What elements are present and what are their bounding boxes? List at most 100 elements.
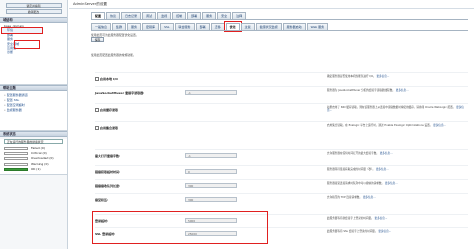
more-info-link[interactable]: 更多信息... (433, 124, 446, 127)
tab-federation[interactable]: 联合服务 (174, 23, 195, 30)
tab-deployments[interactable]: 部署 (187, 12, 202, 19)
setting-desc: 启用集合读取。在 Exalogic 平台上运行时，通过 Enable Exalo… (327, 124, 467, 127)
desc-text: 服务器接受连接请求时队列中可以容纳的请求数。 (327, 182, 385, 185)
health-select[interactable]: 正在运行的服务器的健康状况 (4, 139, 63, 144)
setting-desc: 服务器等待链接获取完成的时间量（秒）。 更多信息... (327, 168, 467, 171)
intro-text-secondary: 使用此页配置此服务器的常规功能。 (91, 53, 136, 57)
more-info-link[interactable]: 更多信息... (376, 168, 389, 171)
howto-link[interactable]: 监视服务器 (0, 108, 67, 113)
tab-cluster[interactable]: 集群 (112, 23, 127, 30)
setting-row-accept-backlog: 接受积压: 300 允许积压的 TCP 连接请求数。 更多信息... (95, 193, 468, 206)
health-ok: OK (1) (0, 167, 67, 172)
tab-logging[interactable]: 日志记录 (121, 12, 142, 19)
socket-readers-input[interactable]: -1 (185, 90, 237, 95)
help-topics-panel: 配置服务器通道 配置 SSL 配置空闲超时 监视服务器 (0, 91, 67, 131)
setting-label: 链接获取超时时间: (95, 170, 121, 174)
domain-tree: base_domain 环境 部署 服务 安全领域 互用性 诊断 (0, 23, 67, 85)
tree-item-diagnostics[interactable]: 诊断 (2, 50, 65, 54)
highlight-box-sidebar (14, 40, 40, 49)
more-info-link[interactable]: 更多信息... (380, 152, 393, 155)
connect-timeout-input[interactable]: 0 (185, 169, 237, 174)
setting-label: 启用缓存读取 (100, 108, 119, 112)
scattered-reads-checkbox[interactable] (95, 126, 99, 130)
tab-ssl[interactable]: SSL (160, 23, 174, 30)
tab-health-monitoring[interactable]: 健康状况监视 (255, 23, 282, 30)
highlight-box (92, 211, 268, 244)
gathered-writes-checkbox[interactable] (95, 108, 99, 112)
health-label: OK (1) (31, 166, 41, 171)
setting-label: 启用集合读取 (100, 126, 119, 130)
setting-label: JavaSocketMuxer 套接字读取器: (95, 91, 145, 95)
setting-row-max-open-sockets: 最大打开套接字数: -1 允许服务器在任何时间打开的最大套接字数。 更多信息..… (95, 149, 468, 162)
health-bar (4, 152, 28, 156)
primary-tabs: 配置 协议 日志记录 调试 监视 控制 部署 服务 安全 注释 (91, 12, 247, 19)
setting-label: 接受积压: (95, 198, 109, 202)
more-info-link[interactable]: 更多信息... (363, 196, 376, 199)
setting-row-accept-queue: 链接接收队列长度: 300 服务器接受连接请求时队列中可以容纳的请求数。 更多信… (95, 179, 468, 192)
accept-queue-input[interactable]: 300 (185, 183, 237, 188)
tab-overload[interactable]: 过载 (240, 23, 255, 30)
save-button[interactable]: 保存 (91, 37, 104, 42)
setting-label: 最大打开套接字数: (95, 154, 121, 158)
setting-row-native-io: 启用本地 I/O 确定服务器是否使用本机性能包进行 I/O。 更多信息... (95, 72, 468, 85)
more-info-link[interactable]: 更多信息... (378, 230, 391, 233)
undo-changes-button[interactable]: 撤销更改 (5, 9, 62, 14)
system-status-heading: 系统状态 (0, 131, 67, 137)
setting-row-gathered-writes: 启用缓存读取 如果启用了 NIO 缓存读取，则在该服务器上从连接中读取数据时将使… (95, 103, 468, 116)
desc-text: 服务器为 JavaSocketMuxer 分配的套接字读取器线程数。 (327, 89, 395, 92)
setting-row-scattered-reads: 启用集合读取 启用集合读取。在 Exalogic 平台上运行时，通过 Enabl… (95, 121, 468, 134)
desc-text: 如果启用了 NIO 缓存读取，则在该服务器上从连接中读取数据时将使用缓存。请参阅… (327, 106, 456, 109)
tab-divider (91, 19, 468, 20)
more-info-link[interactable]: 更多信息... (376, 75, 389, 78)
setting-label: 链接接收队列长度: (95, 184, 121, 188)
setting-desc: 此服务器等待新套接字上登录的时间量。 更多信息... (327, 217, 467, 220)
desc-text: 允许积压的 TCP 连接请求数。 (327, 196, 362, 199)
tab-services[interactable]: 服务 (127, 23, 142, 30)
lock-and-edit-button[interactable]: 锁定并编辑 (5, 3, 62, 8)
tab-keystores[interactable]: 密钥库 (142, 23, 160, 30)
secondary-tabs: 一般信息 集群 服务 密钥库 SSL 联合服务 部署 迁移 优化 过载 健康状况… (91, 21, 329, 32)
more-info-link[interactable]: 更多信息... (385, 182, 398, 185)
setting-desc: 服务器接受连接请求时队列中可以容纳的请求数。 更多信息... (327, 182, 467, 185)
health-bar (4, 157, 28, 161)
tab-tuning[interactable]: 优化 (223, 21, 242, 32)
health-bar (4, 162, 28, 166)
tab-configuration[interactable]: 配置 (91, 12, 106, 19)
tab-control[interactable]: 控制 (172, 12, 187, 19)
tab-debug[interactable]: 调试 (142, 12, 157, 19)
desc-text: 确定服务器是否使用本机性能包进行 I/O。 (327, 75, 376, 78)
desc-text: 允许服务器在任何时间打开的最大套接字数。 (327, 152, 379, 155)
page-title: AdminServer的设置 (69, 0, 474, 9)
accept-backlog-input[interactable]: 300 (185, 197, 237, 202)
intro-text: 使用此页可为此服务器配置优化设置。 (91, 33, 139, 37)
sidebar: 锁定并编辑 撤销更改 域结构 base_domain 环境 部署 服务 安全领域… (0, 0, 68, 249)
tab-general[interactable]: 一般信息 (91, 23, 112, 30)
tab-protocols[interactable]: 协议 (106, 12, 121, 19)
tab-services[interactable]: 服务 (202, 12, 217, 19)
tab-server-start[interactable]: 服务器启动 (282, 23, 306, 30)
tab-deployment[interactable]: 部署 (195, 23, 210, 30)
setting-label: 启用本地 I/O (100, 77, 118, 81)
more-info-link[interactable]: 更多信息... (396, 89, 409, 92)
tab-notes[interactable]: 注释 (232, 12, 247, 19)
tab-monitoring[interactable]: 监视 (157, 12, 172, 19)
setting-row-socket-readers: JavaSocketMuxer 套接字读取器: -1 服务器为 JavaSock… (95, 86, 468, 99)
health-bar-ok (4, 167, 28, 171)
native-io-checkbox[interactable] (95, 77, 99, 81)
tab-migration[interactable]: 迁移 (210, 23, 225, 30)
max-open-sockets-input[interactable]: -1 (185, 153, 237, 158)
setting-desc: 如果启用了 NIO 缓存读取，则在该服务器上从连接中读取数据时将使用缓存。请参阅… (327, 106, 467, 113)
more-info-link[interactable]: 更多信息... (375, 217, 388, 220)
setting-row-connect-timeout: 链接获取超时时间: 0 服务器等待链接获取完成的时间量（秒）。 更多信息... (95, 165, 468, 178)
tab-web-services[interactable]: Web 服务 (306, 23, 329, 30)
desc-text: 启用集合读取。在 Exalogic 平台上运行时，通过 Enable Exalo… (327, 124, 433, 127)
change-center: 锁定并编辑 撤销更改 (0, 0, 67, 17)
setting-desc: 允许积压的 TCP 连接请求数。 更多信息... (327, 196, 467, 199)
desc-text: 此服务器等待 SSL 套接字上登录的时间量。 (327, 230, 378, 233)
tab-security[interactable]: 安全 (217, 12, 232, 19)
setting-desc: 允许服务器在任何时间打开的最大套接字数。 更多信息... (327, 152, 467, 155)
settings-content: 使用此页可为此服务器配置优化设置。 保存 使用此页配置此服务器的常规功能。 启用… (91, 31, 468, 249)
setting-desc: 确定服务器是否使用本机性能包进行 I/O。 更多信息... (327, 75, 467, 78)
health-bar (4, 147, 28, 151)
setting-desc: 服务器为 JavaSocketMuxer 分配的套接字读取器线程数。 更多信息.… (327, 89, 467, 92)
